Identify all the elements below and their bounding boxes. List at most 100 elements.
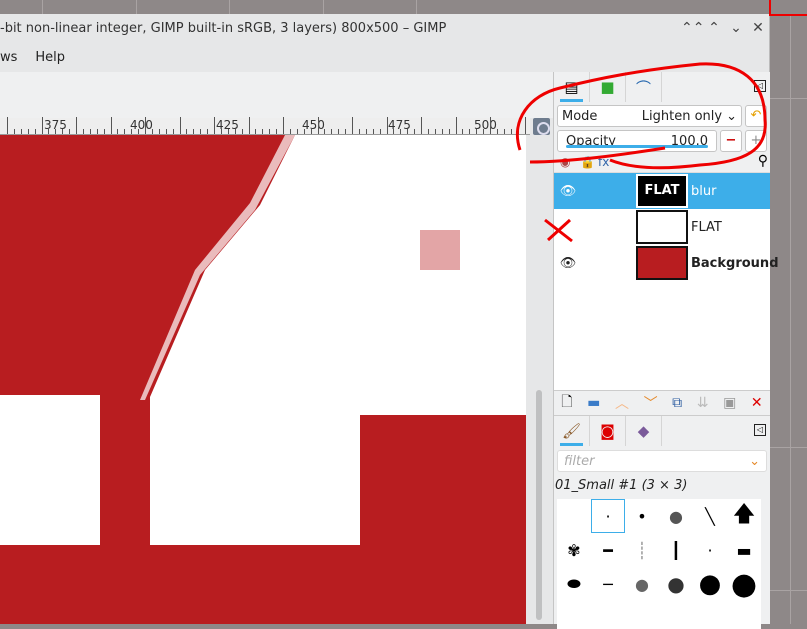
mode-value: Lighten only: [641, 108, 723, 124]
ruler-tick: [158, 129, 160, 134]
opacity-slider[interactable]: Opacity 100.0: [557, 130, 717, 152]
dock-panel: ▤ ■ ⌒ ◁ Mode Lighten only ⌄ ↶ Opacity 10…: [553, 72, 779, 629]
tab-brushes[interactable]: 🖌: [554, 416, 590, 446]
layer-row[interactable]: FLAT: [554, 209, 770, 245]
ruler-tick: [296, 129, 298, 134]
ruler-tick: [124, 129, 126, 134]
layer-row[interactable]: 👁 FLAT blur: [554, 173, 770, 209]
brush-name: 01_Small #1 (3 × 3): [555, 478, 688, 493]
ruler-tick: [220, 129, 222, 134]
navigate-button[interactable]: [533, 118, 550, 135]
minimize-button[interactable]: ⌄: [725, 20, 747, 36]
tab-gradients[interactable]: ◆: [626, 416, 662, 446]
merge-down-icon[interactable]: ⇊: [697, 395, 709, 411]
ruler-tick: [427, 129, 429, 134]
eye-icon[interactable]: 👁: [554, 256, 582, 271]
menu-bar: ws Help: [0, 42, 769, 72]
ruler-tick: [131, 129, 133, 134]
opacity-decrease-button[interactable]: −: [720, 130, 742, 152]
ruler-tick: [289, 129, 291, 134]
ruler-tick: [76, 117, 77, 134]
ruler-tick: [310, 129, 312, 134]
raise-layer-icon[interactable]: ︿: [615, 393, 629, 413]
reset-mode-button[interactable]: ↶: [745, 105, 767, 127]
ruler-tick: [338, 129, 340, 134]
mode-label: Mode: [562, 108, 598, 124]
brush-item[interactable]: ╲: [693, 499, 727, 533]
ruler-tick: [352, 117, 353, 134]
close-button[interactable]: ✕: [747, 20, 769, 36]
brush-item[interactable]: ─: [591, 567, 625, 601]
ruler-tick: [379, 129, 381, 134]
brush-item[interactable]: 🡅: [727, 499, 761, 533]
mode-select[interactable]: Mode Lighten only ⌄: [557, 105, 742, 127]
ruler-tick: [89, 129, 91, 134]
new-group-icon[interactable]: ▬: [587, 395, 600, 411]
undo-icon: ↶: [750, 108, 762, 123]
opacity-increase-button[interactable]: +: [745, 130, 767, 152]
ruler-tick: [407, 129, 409, 134]
brush-item[interactable]: ━: [591, 533, 625, 567]
ruler-tick: [151, 129, 153, 134]
new-layer-icon[interactable]: 🗋: [561, 391, 572, 415]
brush-item[interactable]: ●: [693, 567, 727, 601]
brush-item[interactable]: ●: [625, 567, 659, 601]
brush-item[interactable]: ·: [591, 499, 625, 533]
tab-layers[interactable]: ▤: [554, 72, 590, 102]
image-canvas[interactable]: [0, 135, 526, 624]
ruler-tick: [13, 129, 15, 134]
ruler-tick: [27, 129, 29, 134]
duplicate-layer-icon[interactable]: ⧉: [672, 395, 682, 411]
brush-item[interactable]: ✾: [557, 533, 591, 567]
brush-item[interactable]: ┊: [625, 533, 659, 567]
brush-item[interactable]: ⬬: [557, 567, 591, 601]
layer-row[interactable]: 👁 Background: [554, 245, 779, 281]
ruler-tick: [510, 129, 512, 134]
tab-paths[interactable]: ⌒: [626, 72, 662, 102]
ruler-tick: [524, 117, 526, 134]
lower-layer-icon[interactable]: ﹀: [644, 393, 658, 413]
menu-help[interactable]: Help: [35, 50, 65, 65]
delete-layer-icon[interactable]: ✕: [751, 395, 763, 411]
horizontal-ruler: 375 400 425 450 475 500: [0, 117, 530, 135]
paths-icon: ⌒: [635, 78, 651, 97]
ruler-tick: [172, 129, 174, 134]
chevron-down-icon[interactable]: ⌄: [749, 454, 760, 469]
tab-patterns[interactable]: ◙: [590, 416, 626, 446]
brush-grid: · • ● ╲ 🡅 ✾ ━ ┊ ┃ · ▬ ⬬ ─ ● ● ● ●: [557, 499, 761, 629]
brush-item[interactable]: ▬: [727, 533, 761, 567]
search-icon[interactable]: ⚲: [758, 153, 768, 169]
brush-item[interactable]: •: [625, 499, 659, 533]
corner-annotation: [769, 0, 807, 16]
ruler-tick: [179, 117, 181, 134]
paintbrush-icon: 🖌: [561, 422, 582, 440]
brush-item[interactable]: ·: [693, 533, 727, 567]
ruler-tick: [103, 129, 105, 134]
brush-filter-input[interactable]: filter ⌄: [557, 450, 767, 472]
tab-channels[interactable]: ■: [590, 72, 626, 102]
fx-header-icon: fx: [598, 155, 610, 169]
ruler-tick: [434, 129, 436, 134]
mask-icon[interactable]: ▣: [723, 395, 736, 411]
vertical-scrollbar[interactable]: [530, 135, 548, 624]
ruler-tick: [110, 117, 112, 134]
brush-item[interactable]: [557, 499, 591, 533]
scrollbar-thumb[interactable]: [536, 390, 542, 620]
layers-icon: ▤: [564, 78, 579, 96]
ruler-tick: [82, 129, 84, 134]
configure-tab-icon[interactable]: ◁: [754, 80, 766, 92]
brush-item[interactable]: ●: [659, 567, 693, 601]
menu-windows[interactable]: ws: [0, 50, 17, 65]
brush-item[interactable]: ┃: [659, 533, 693, 567]
ruler-tick: [303, 129, 305, 134]
gimp-window: -bit non-linear integer, GIMP built-in s…: [0, 14, 779, 629]
ruler-label: 400: [130, 118, 153, 132]
shade-button[interactable]: ⌃: [703, 20, 725, 36]
ruler-tick: [62, 129, 64, 134]
configure-tab-icon[interactable]: ◁: [754, 424, 766, 436]
eye-icon[interactable]: 👁: [554, 184, 582, 199]
ruler-tick: [345, 129, 347, 134]
keep-above-button[interactable]: ⌃⌃: [681, 20, 704, 36]
brush-item[interactable]: ●: [659, 499, 693, 533]
brush-item[interactable]: ●: [727, 567, 761, 602]
